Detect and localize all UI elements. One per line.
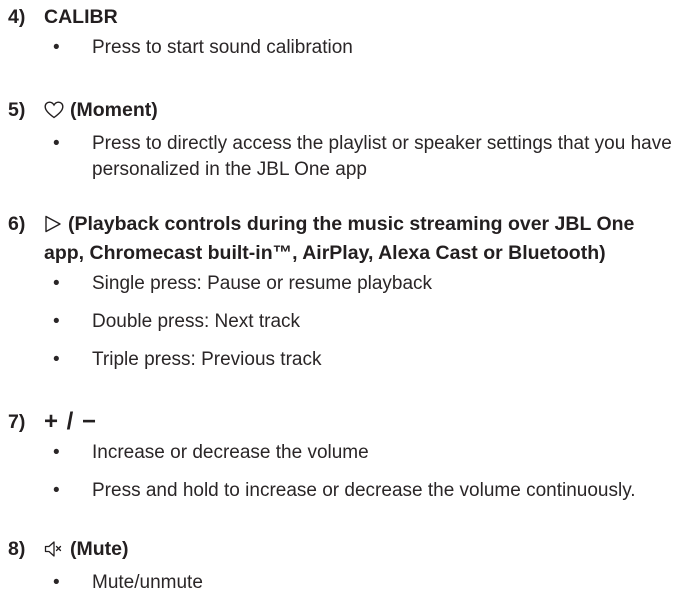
section-number: 7) — [8, 411, 26, 433]
section-moment: 5) (Moment) Press to directly access the… — [8, 97, 678, 183]
list-item: Press to start sound calibration — [8, 35, 678, 61]
section-number: 8) — [8, 538, 26, 560]
section-title: CALIBR — [44, 6, 118, 28]
bullet-list: Single press: Pause or resume playback D… — [8, 271, 678, 373]
section-heading: 7) + / − — [8, 409, 678, 435]
section-title: (Playback controls during the music stre… — [44, 213, 635, 264]
bullet-list: Mute/unmute — [8, 570, 678, 596]
manual-page: 4) CALIBR Press to start sound calibrati… — [0, 0, 685, 606]
heart-outline-icon — [44, 100, 64, 126]
list-item: Press to directly access the playlist or… — [8, 131, 678, 183]
list-item: Increase or decrease the volume — [8, 440, 678, 466]
list-item: Double press: Next track — [8, 309, 678, 335]
section-volume: 7) + / − Increase or decrease the volume… — [8, 409, 678, 505]
section-calibr: 4) CALIBR Press to start sound calibrati… — [8, 4, 678, 61]
section-mute: 8) (Mute) Mute/unmute — [8, 536, 678, 596]
section-heading: 8) (Mute) — [8, 536, 678, 565]
section-title: (Mute) — [70, 538, 129, 560]
section-playback: 6) (Playback controls during the music s… — [8, 211, 678, 373]
section-heading: 5) (Moment) — [8, 97, 678, 126]
section-number: 4) — [8, 6, 26, 28]
section-number: 6) — [8, 213, 26, 235]
section-heading: 4) CALIBR — [8, 4, 678, 30]
list-item: Mute/unmute — [8, 570, 678, 596]
list-item: Press and hold to increase or decrease t… — [8, 478, 678, 504]
speaker-mute-icon — [44, 539, 64, 565]
section-title: + / − — [44, 408, 98, 435]
bullet-list: Increase or decrease the volume Press an… — [8, 440, 678, 504]
section-number: 5) — [8, 99, 26, 121]
list-item: Single press: Pause or resume playback — [8, 271, 678, 297]
list-item: Triple press: Previous track — [8, 347, 678, 373]
play-outline-icon — [44, 214, 62, 240]
bullet-list: Press to start sound calibration — [8, 35, 678, 61]
section-heading: 6) (Playback controls during the music s… — [8, 211, 678, 266]
section-title: (Moment) — [70, 99, 158, 121]
bullet-list: Press to directly access the playlist or… — [8, 131, 678, 183]
